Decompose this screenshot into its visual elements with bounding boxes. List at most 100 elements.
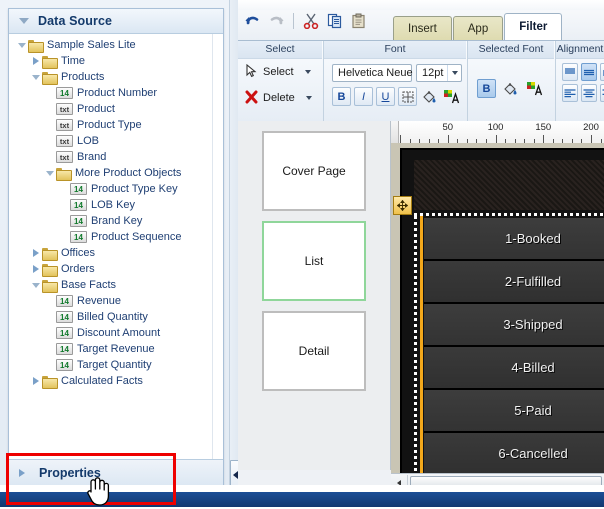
align-center-button[interactable] [581,84,597,102]
align-middle-button[interactable] [581,63,597,81]
ribbon-tabs[interactable]: Insert App Filter [393,13,563,40]
delete-button[interactable]: Delete [238,85,322,111]
underline-button[interactable]: U [376,87,395,106]
tree-node[interactable]: Products [9,69,213,85]
data-source-header[interactable]: Data Source [9,9,223,34]
move-handle[interactable] [393,196,412,215]
tree-node[interactable]: More Product Objects [9,165,213,181]
tree-node[interactable]: 14 Revenue [9,293,213,309]
tree-node-label: Base Facts [61,279,117,291]
tab-app[interactable]: App [452,16,504,40]
list-row[interactable]: 5-Paid [424,390,604,433]
chevron-down-icon[interactable] [305,96,312,100]
ruler-label: 200 [583,122,599,133]
list-row[interactable]: 1-Booked [424,218,604,261]
tree-expand-icon[interactable] [29,249,42,257]
data-source-tree[interactable]: Sample Sales Lite Time Products 14 Product N… [9,34,213,459]
numeric-field-icon: 14 [56,327,73,339]
tree-node[interactable]: 14 LOB Key [9,197,213,213]
data-source-collapse-icon[interactable] [17,18,31,24]
tree-node[interactable]: 14 Target Revenue [9,341,213,357]
page-header-band [414,160,604,210]
cursor-arrow-icon [245,63,258,81]
tree-node-label: LOB Key [91,199,136,211]
copy-icon[interactable] [324,11,346,31]
canvas-area: 50 100 150 200 1-Booked 2-Fulfilled 3-Shipped… [391,121,604,492]
tree-node[interactable]: 14 Product Number [9,85,213,101]
list-row[interactable]: 4-Billed [424,347,604,390]
tree-node[interactable]: txt Product [9,101,213,117]
tree-collapse-icon[interactable] [43,170,56,176]
bold-button[interactable]: B [332,87,351,106]
tree-collapse-icon[interactable] [29,74,42,80]
redo-icon[interactable] [265,11,287,31]
tree-node[interactable]: Sample Sales Lite [9,37,213,53]
tree-node[interactable]: Base Facts [9,277,213,293]
list-row[interactable]: 2-Fulfilled [424,261,604,304]
tree-node[interactable]: Offices [9,245,213,261]
data-source-panel: Data Source Sample Sales Lite Time Product… [8,8,224,486]
tree-node-label: Product Number [77,87,158,99]
page-thumbnails-panel[interactable]: Cover Page List Detail [238,121,391,470]
tree-collapse-icon[interactable] [15,42,28,48]
align-bottom-button[interactable] [600,63,604,81]
ribbon-group-selected-font: Selected Font B [467,41,554,121]
tab-insert[interactable]: Insert [393,16,452,40]
ruler-tick [400,135,401,143]
tree-node[interactable]: txt Product Type [9,117,213,133]
tree-expand-icon[interactable] [29,57,42,65]
tree-node[interactable]: 14 Product Sequence [9,229,213,245]
tree-expand-icon[interactable] [29,265,42,273]
tree-vertical-scrollbar[interactable] [212,34,223,459]
properties-panel-header[interactable]: Properties [9,459,223,485]
tree-node[interactable]: 14 Billed Quantity [9,309,213,325]
tree-node[interactable]: 14 Discount Amount [9,325,213,341]
toolbar-divider [293,13,294,29]
tree-expand-icon[interactable] [29,377,42,385]
tree-node[interactable]: txt Brand [9,149,213,165]
tree-node[interactable]: Time [9,53,213,69]
tree-node[interactable]: 14 Brand Key [9,213,213,229]
align-top-button[interactable] [562,63,578,81]
cut-icon[interactable] [300,11,322,31]
selected-fill-color-button[interactable] [501,79,520,98]
numeric-field-icon: 14 [56,311,73,323]
properties-expand-icon[interactable] [19,468,33,477]
font-family-select[interactable]: Helvetica Neue [332,64,424,82]
ribbon-group-selected-font-label: Selected Font [468,41,554,59]
paste-icon[interactable] [348,11,370,31]
select-button[interactable]: Select [238,59,322,85]
selected-bold-button[interactable]: B [477,79,496,98]
page-thumbnail[interactable]: Detail [262,311,366,391]
page-thumbnail[interactable]: List [262,221,366,301]
align-right-button[interactable] [600,84,604,102]
chevron-down-icon[interactable] [304,70,311,74]
tree-node[interactable]: Calculated Facts [9,373,213,389]
font-size-select[interactable]: 12pt [416,64,462,82]
fill-color-button[interactable] [420,87,439,106]
chevron-down-icon[interactable] [447,65,461,81]
tree-node[interactable]: txt LOB [9,133,213,149]
design-canvas[interactable]: 1-Booked 2-Fulfilled 3-Shipped 4-Billed 5-Pa… [391,143,604,474]
page-thumbnail[interactable]: Cover Page [262,131,366,211]
tree-node-label: Sample Sales Lite [47,39,136,51]
tree-collapse-icon[interactable] [29,282,42,288]
selected-font-color-button[interactable] [525,79,544,98]
tab-filter[interactable]: Filter [504,13,563,40]
borders-button[interactable] [398,87,417,106]
list-rows[interactable]: 1-Booked 2-Fulfilled 3-Shipped 4-Billed 5-Pa… [424,218,604,474]
list-row[interactable]: 3-Shipped [424,304,604,347]
tree-node[interactable]: 14 Product Type Key [9,181,213,197]
numeric-field-icon: 14 [70,199,87,211]
list-row[interactable]: 6-Cancelled [424,433,604,474]
tree-node-label: Discount Amount [77,327,161,339]
tree-node[interactable]: Orders [9,261,213,277]
font-color-button[interactable] [442,87,461,106]
report-page[interactable]: 1-Booked 2-Fulfilled 3-Shipped 4-Billed 5-Pa… [400,148,604,474]
ribbon-group-font: Font Helvetica Neue 12pt B I U [323,41,466,121]
align-left-button[interactable] [562,84,578,102]
italic-button[interactable]: I [354,87,373,106]
tree-node[interactable]: 14 Target Quantity [9,357,213,373]
undo-icon[interactable] [241,11,263,31]
ribbon-group-alignment: Alignment [555,41,604,121]
